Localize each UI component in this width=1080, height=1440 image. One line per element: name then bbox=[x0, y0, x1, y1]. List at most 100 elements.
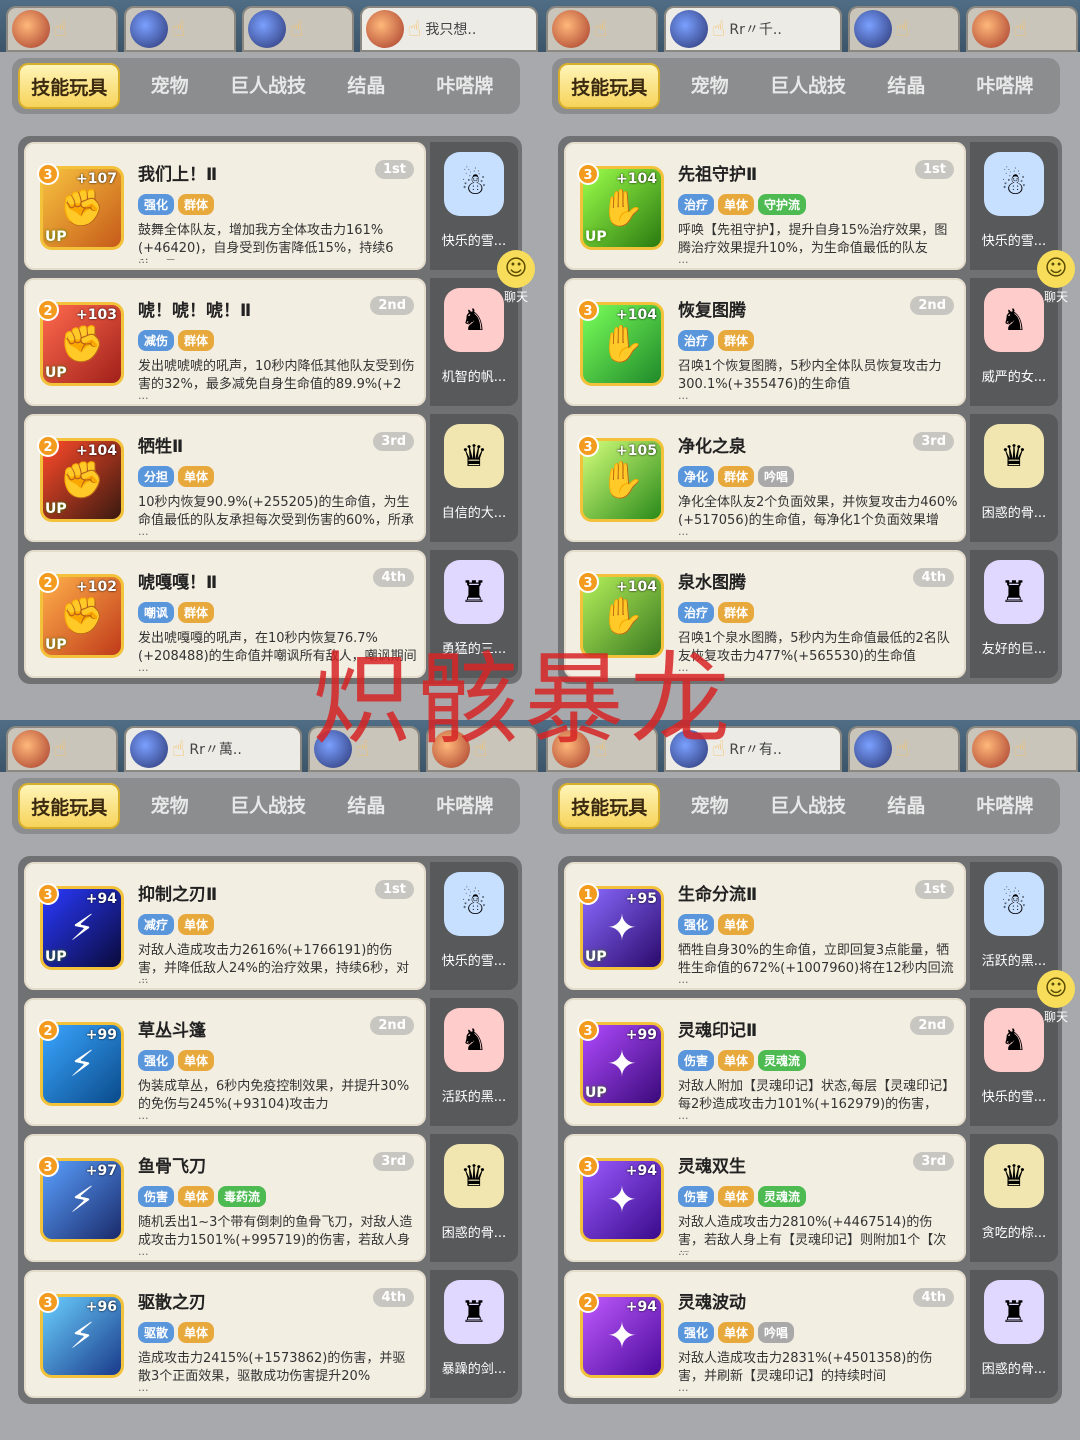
skill-card[interactable]: ✋ 3 +104 恢复图腾 2nd 治疗 群体 召唤1个恢复图腾，5秒内全体队员恢复攻击力30… bbox=[564, 278, 966, 406]
skill-level-badge: 3 bbox=[37, 163, 59, 185]
skill-card[interactable]: ✋ 3 +105 净化之泉 3rd 净化 群体 吟唱 净化全体队友2个负面效果，并恢复攻击力46… bbox=[564, 414, 966, 542]
skill-plus-level: +94 bbox=[625, 1299, 657, 1315]
tab-3[interactable]: 结晶 bbox=[317, 63, 415, 109]
player-slot[interactable]: ☝ bbox=[546, 6, 658, 52]
player-slot[interactable]: ☝ bbox=[124, 6, 236, 52]
skill-tag: 伤害 bbox=[678, 1050, 715, 1071]
more-ellipsis: ... bbox=[678, 1245, 689, 1258]
like-hand-icon[interactable]: ☝ bbox=[408, 17, 421, 42]
skill-title: 灵魂双生 bbox=[678, 1157, 746, 1177]
chat-button[interactable]: ☺ 聊天 bbox=[1030, 970, 1080, 1024]
skill-card[interactable]: ✊ 3 +107 UP 我们上！Ⅱ 1st 强化 群体 鼓舞全体队友，增加我方全体攻击力161%… bbox=[24, 142, 426, 270]
player-slot[interactable]: ☝ bbox=[6, 6, 118, 52]
skill-card[interactable]: ✦ 2 +94 灵魂波动 4th 强化 单体 吟唱 对敌人造成攻击力2831%(+4501358… bbox=[564, 1270, 966, 1398]
tab-4[interactable]: 咔嗒牌 bbox=[956, 783, 1054, 829]
tab-bar: 技能玩具 宠物 巨人战技 结晶 咔嗒牌 bbox=[12, 778, 520, 834]
skill-card[interactable]: ✦ 3 +94 灵魂双生 3rd 伤害 单体 灵魂流 对敌人造成攻击力2810%(+446751… bbox=[564, 1134, 966, 1262]
skill-tag: 单体 bbox=[178, 1186, 215, 1207]
tab-2[interactable]: 巨人战技 bbox=[759, 63, 857, 109]
skill-card[interactable]: ⚡ 3 +96 驱散之刃 4th 驱散 单体 造成攻击力2415%(+1573862)的伤害，… bbox=[24, 1270, 426, 1398]
skill-card[interactable]: ✊ 2 +104 UP 牺牲Ⅱ 3rd 分担 单体 10秒内恢复90.9%(+255205)的生… bbox=[24, 414, 426, 542]
pet-slot[interactable]: ♛ 困惑的骨... bbox=[430, 1134, 518, 1262]
player-avatar bbox=[972, 730, 1010, 768]
like-hand-icon[interactable]: ☝ bbox=[54, 737, 67, 762]
skill-card[interactable]: ✋ 3 +104 UP 先祖守护Ⅱ 1st 治疗 单体 守护流 呼唤【先祖守护】，提升自身15%治… bbox=[564, 142, 966, 270]
like-hand-icon[interactable]: ☝ bbox=[1014, 17, 1027, 42]
skill-card[interactable]: ⚡ 3 +97 鱼骨飞刀 3rd 伤害 单体 毒药流 随机丢出1~3个带有倒刺的鱼骨飞刀，对敌人… bbox=[24, 1134, 426, 1262]
pet-slot[interactable]: ♜ 暴躁的剑... bbox=[430, 1270, 518, 1398]
tab-2[interactable]: 巨人战技 bbox=[759, 783, 857, 829]
tab-0[interactable]: 技能玩具 bbox=[18, 63, 121, 109]
upgrade-indicator: UP bbox=[585, 229, 607, 245]
tab-1[interactable]: 宠物 bbox=[660, 783, 758, 829]
tab-1[interactable]: 宠物 bbox=[120, 783, 218, 829]
player-slot[interactable]: ☝ Rr〃千.. bbox=[664, 6, 842, 52]
chat-button[interactable]: ☺ 聊天 bbox=[490, 250, 540, 304]
tab-0[interactable]: 技能玩具 bbox=[558, 63, 661, 109]
player-slot[interactable]: ☝ bbox=[966, 6, 1078, 52]
skill-title: 灵魂印记Ⅱ bbox=[678, 1021, 758, 1041]
skill-plus-level: +94 bbox=[85, 891, 117, 907]
like-hand-icon[interactable]: ☝ bbox=[896, 737, 909, 762]
like-hand-icon[interactable]: ☝ bbox=[1014, 737, 1027, 762]
player-slot[interactable]: ☝ bbox=[966, 726, 1078, 772]
skill-plus-level: +99 bbox=[625, 1027, 657, 1043]
like-hand-icon[interactable]: ☝ bbox=[594, 17, 607, 42]
chat-button[interactable]: ☺ 聊天 bbox=[1030, 250, 1080, 304]
skill-tags: 治疗 单体 守护流 bbox=[678, 194, 807, 215]
tab-bar: 技能玩具 宠物 巨人战技 结晶 咔嗒牌 bbox=[552, 58, 1060, 114]
tab-3[interactable]: 结晶 bbox=[857, 63, 955, 109]
like-hand-icon[interactable]: ☝ bbox=[54, 17, 67, 42]
player-slot[interactable]: ☝ bbox=[848, 6, 960, 52]
skill-level-badge: 3 bbox=[577, 1155, 599, 1177]
skill-tags: 强化 单体 吟唱 bbox=[678, 1322, 795, 1343]
pet-slot[interactable]: ♞ 活跃的黑... bbox=[430, 998, 518, 1126]
pet-slot[interactable]: ♛ 贪吃的棕... bbox=[970, 1134, 1058, 1262]
like-hand-icon[interactable]: ☝ bbox=[712, 17, 725, 42]
skill-description: 鼓舞全体队友，增加我方全体攻击力161%(+46420)，自身受到伤害降低15%… bbox=[138, 223, 394, 260]
skill-card[interactable]: ⚡ 3 +94 UP 抑制之刃Ⅱ 1st 减疗 单体 对敌人造成攻击力2616%(+176619… bbox=[24, 862, 426, 990]
skill-card[interactable]: ✦ 1 +95 UP 生命分流Ⅱ 1st 强化 单体 牺牲自身30%的生命值，立即回复3点能量，… bbox=[564, 862, 966, 990]
tab-3[interactable]: 结晶 bbox=[317, 783, 415, 829]
pet-slot[interactable]: ☃ 快乐的雪... bbox=[430, 862, 518, 990]
player-slot[interactable]: ☝ Rr〃萬.. bbox=[124, 726, 302, 772]
player-avatar bbox=[130, 10, 168, 48]
skill-tag: 单体 bbox=[178, 1322, 215, 1343]
player-slot[interactable]: ☝ bbox=[242, 6, 354, 52]
player-avatar bbox=[366, 10, 404, 48]
skill-card[interactable]: ✊ 2 +103 UP 唬！唬！唬！Ⅱ 2nd 减伤 群体 发出唬唬唬的吼声，10秒内降低其他队… bbox=[24, 278, 426, 406]
skill-rank-badge: 3rd bbox=[913, 1152, 954, 1171]
like-hand-icon[interactable]: ☝ bbox=[172, 17, 185, 42]
player-slot[interactable]: ☝ bbox=[6, 726, 118, 772]
tab-4[interactable]: 咔嗒牌 bbox=[416, 783, 514, 829]
tab-2[interactable]: 巨人战技 bbox=[219, 783, 317, 829]
pet-slot[interactable]: ♜ 困惑的骨... bbox=[970, 1270, 1058, 1398]
skill-tag: 分担 bbox=[138, 466, 175, 487]
tab-2[interactable]: 巨人战技 bbox=[219, 63, 317, 109]
tab-4[interactable]: 咔嗒牌 bbox=[416, 63, 514, 109]
pet-slot[interactable]: ♛ 自信的大... bbox=[430, 414, 518, 542]
player-name: Rr〃萬.. bbox=[189, 742, 242, 758]
chat-icon: ☺ bbox=[1037, 970, 1075, 1008]
player-avatar bbox=[854, 730, 892, 768]
tab-1[interactable]: 宠物 bbox=[120, 63, 218, 109]
tab-1[interactable]: 宠物 bbox=[660, 63, 758, 109]
upgrade-indicator: UP bbox=[585, 1085, 607, 1101]
like-hand-icon[interactable]: ☝ bbox=[290, 17, 303, 42]
skill-icon: ✋ 3 +104 bbox=[577, 299, 664, 386]
pet-name: 贪吃的棕... bbox=[981, 1226, 1047, 1241]
player-slot[interactable]: ☝ bbox=[848, 726, 960, 772]
player-slot[interactable]: ☝ 我只想.. bbox=[360, 6, 538, 52]
tab-0[interactable]: 技能玩具 bbox=[18, 783, 121, 829]
skill-card[interactable]: ✦ 3 +99 UP 灵魂印记Ⅱ 2nd 伤害 单体 灵魂流 对敌人附加【灵魂印记】状态,每层【灵… bbox=[564, 998, 966, 1126]
tab-3[interactable]: 结晶 bbox=[857, 783, 955, 829]
chat-label: 聊天 bbox=[1043, 290, 1068, 304]
skill-title: 我们上！Ⅱ bbox=[138, 165, 218, 185]
like-hand-icon[interactable]: ☝ bbox=[172, 737, 185, 762]
pet-slot[interactable]: ♛ 困惑的骨... bbox=[970, 414, 1058, 542]
skill-card[interactable]: ⚡ 2 +99 草丛斗篷 2nd 强化 单体 伪装成草丛，6秒内免疫控制效果，并提升30%的免… bbox=[24, 998, 426, 1126]
tab-0[interactable]: 技能玩具 bbox=[558, 783, 661, 829]
like-hand-icon[interactable]: ☝ bbox=[896, 17, 909, 42]
tab-4[interactable]: 咔嗒牌 bbox=[956, 63, 1054, 109]
pet-slot[interactable]: ♜ 友好的巨... bbox=[970, 550, 1058, 678]
